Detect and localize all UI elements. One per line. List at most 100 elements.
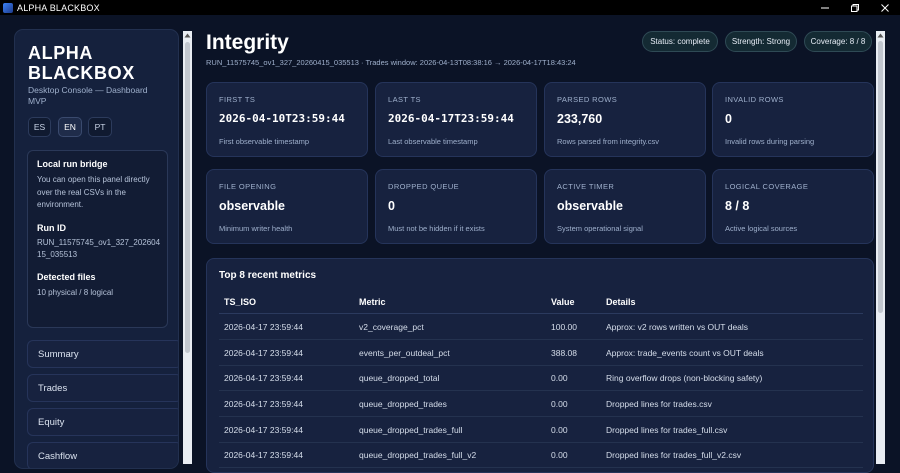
- status-badge: Status: complete: [642, 31, 718, 52]
- card-desc: Minimum writer health: [219, 224, 293, 233]
- cell-metric: events_per_outdeal_pct: [359, 348, 450, 358]
- card-value: observable: [557, 199, 624, 213]
- card-label: PARSED ROWS: [557, 95, 618, 104]
- cell-details: Dropped lines for trades.csv: [606, 399, 712, 409]
- app-icon: [3, 2, 13, 13]
- cell-details: Ring overflow drops (non-blocking safety…: [606, 373, 763, 383]
- table-row: 2026-04-17 23:59:44 v2_coverage_pct 100.…: [219, 314, 863, 340]
- table-row: 2026-04-17 23:59:44 queue_dropped_trades…: [219, 417, 863, 443]
- card-label: DROPPED QUEUE: [388, 182, 460, 191]
- run-id-value: RUN_11575745_ov1_327_20260415_035513: [37, 237, 161, 260]
- cell-value: 388.08: [551, 348, 577, 358]
- cell-metric: queue_dropped_trades_full: [359, 425, 463, 435]
- card-file-opening: FILE OPENING observable Minimum writer h…: [206, 169, 368, 244]
- card-value: 2026-04-17T23:59:44: [388, 112, 514, 125]
- cell-metric: queue_dropped_trades_full_v2: [359, 450, 477, 460]
- nav-item-cashflow[interactable]: Cashflow: [27, 442, 178, 468]
- card-label: FILE OPENING: [219, 182, 277, 191]
- strength-badge: Strength: Strong: [725, 31, 797, 52]
- nav-item-summary[interactable]: Summary: [27, 340, 178, 368]
- minimize-button[interactable]: [810, 0, 840, 15]
- nav-item-trades[interactable]: Trades: [27, 374, 178, 402]
- run-id-heading: Run ID: [37, 222, 66, 233]
- card-desc: Rows parsed from integrity.csv: [557, 137, 659, 146]
- sidebar-scroll-thumb[interactable]: [185, 42, 190, 353]
- table-row: 2026-04-17 23:59:44 queue_dropped_trades…: [219, 391, 863, 417]
- bridge-text: You can open this panel directly over th…: [37, 175, 150, 209]
- cell-ts: 2026-04-17 23:59:44: [224, 373, 303, 383]
- detected-files-value: 10 physical / 8 logical: [37, 287, 114, 297]
- window-title-bar: ALPHA BLACKBOX: [0, 0, 900, 15]
- nav-item-equity[interactable]: Equity: [27, 408, 178, 436]
- brand-line-2: BLACKBOX: [28, 63, 135, 83]
- cell-value: 0.00: [551, 425, 568, 435]
- column-header-details: Details: [606, 297, 636, 307]
- card-desc: Invalid rows during parsing: [725, 137, 815, 146]
- cell-metric: queue_dropped_total: [359, 373, 440, 383]
- sidebar: ALPHA BLACKBOX Desktop Console — Dashboa…: [14, 29, 179, 469]
- cell-ts: 2026-04-17 23:59:44: [224, 450, 303, 460]
- main-scrollbar[interactable]: [876, 31, 885, 464]
- bridge-heading: Local run bridge: [37, 159, 108, 169]
- table-row: 2026-04-17 23:59:44 events_per_outdeal_p…: [219, 340, 863, 366]
- table-title: Top 8 recent metrics: [219, 270, 317, 281]
- cell-metric: v2_coverage_pct: [359, 322, 424, 332]
- cell-value: 0.00: [551, 399, 568, 409]
- minimize-icon: [821, 7, 829, 8]
- brand-subtitle: Desktop Console — Dashboard MVP: [28, 85, 148, 106]
- column-header-metric: Metric: [359, 297, 386, 307]
- card-logical-coverage: LOGICAL COVERAGE 8 / 8 Active logical so…: [712, 169, 874, 244]
- card-active-timer: ACTIVE TIMER observable System operation…: [544, 169, 706, 244]
- card-desc: Last observable timestamp: [388, 137, 478, 146]
- card-value: 2026-04-10T23:59:44: [219, 112, 345, 125]
- detected-files-heading: Detected files: [37, 271, 96, 282]
- cell-value: 100.00: [551, 322, 577, 332]
- lang-en-button[interactable]: EN: [58, 117, 82, 137]
- recent-metrics-table: Top 8 recent metrics TS_ISO Metric Value…: [206, 258, 874, 473]
- card-value: 0: [725, 112, 732, 126]
- brand-line-1: ALPHA: [28, 43, 93, 63]
- page-title: Integrity: [206, 31, 289, 54]
- column-header-ts: TS_ISO: [224, 297, 257, 307]
- cell-metric: queue_dropped_trades: [359, 399, 447, 409]
- restore-icon: [851, 3, 859, 12]
- card-invalid-rows: INVALID ROWS 0 Invalid rows during parsi…: [712, 82, 874, 157]
- coverage-badge: Coverage: 8 / 8: [804, 31, 872, 52]
- card-label: INVALID ROWS: [725, 95, 784, 104]
- close-button[interactable]: [870, 0, 900, 15]
- sidebar-scrollbar[interactable]: [183, 31, 192, 464]
- table-row: 2026-04-17 23:59:44 queue_dropped_total …: [219, 365, 863, 391]
- card-label: LOGICAL COVERAGE: [725, 182, 809, 191]
- card-desc: First observable timestamp: [219, 137, 310, 146]
- cell-details: Approx: v2 rows written vs OUT deals: [606, 322, 749, 332]
- lang-pt-button[interactable]: PT: [88, 117, 112, 137]
- column-header-value: Value: [551, 297, 575, 307]
- cell-value: 0.00: [551, 373, 568, 383]
- card-label: FIRST TS: [219, 95, 256, 104]
- card-desc: Must not be hidden if it exists: [388, 224, 485, 233]
- card-dropped-queue: DROPPED QUEUE 0 Must not be hidden if it…: [375, 169, 537, 244]
- main-scroll-thumb[interactable]: [878, 41, 883, 313]
- card-value: observable: [219, 199, 286, 213]
- lang-es-button[interactable]: ES: [28, 117, 51, 137]
- cell-ts: 2026-04-17 23:59:44: [224, 322, 303, 332]
- scroll-up-arrow-icon[interactable]: [877, 32, 884, 39]
- cell-ts: 2026-04-17 23:59:44: [224, 348, 303, 358]
- cell-ts: 2026-04-17 23:59:44: [224, 425, 303, 435]
- card-first-ts: FIRST TS 2026-04-10T23:59:44 First obser…: [206, 82, 368, 157]
- brand-logo: ALPHA BLACKBOX: [28, 43, 135, 83]
- card-desc: Active logical sources: [725, 224, 798, 233]
- card-value: 8 / 8: [725, 199, 750, 213]
- cell-ts: 2026-04-17 23:59:44: [224, 399, 303, 409]
- cell-details: Dropped lines for trades_full_v2.csv: [606, 450, 742, 460]
- cell-details: Approx: trade_events count vs OUT deals: [606, 348, 764, 358]
- card-label: LAST TS: [388, 95, 421, 104]
- card-last-ts: LAST TS 2026-04-17T23:59:44 Last observa…: [375, 82, 537, 157]
- scroll-up-arrow-icon[interactable]: [184, 32, 191, 39]
- restore-button[interactable]: [840, 0, 870, 15]
- cell-details: Dropped lines for trades_full.csv: [606, 425, 728, 435]
- cell-value: 0.00: [551, 450, 568, 460]
- card-value: 233,760: [557, 112, 603, 126]
- card-desc: System operational signal: [557, 224, 643, 233]
- run-meta: RUN_11575745_ov1_327_20260415_035513 · T…: [206, 58, 576, 67]
